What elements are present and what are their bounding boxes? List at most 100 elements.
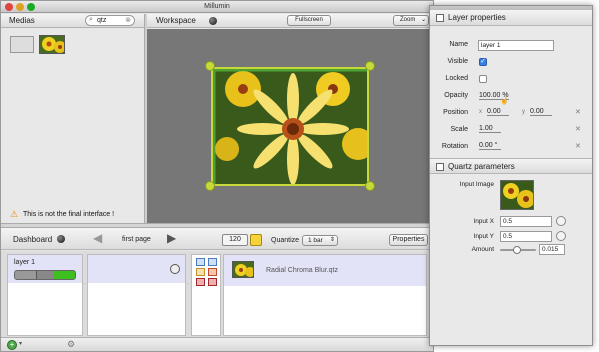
- column-row[interactable]: [88, 255, 185, 283]
- medias-search-value: qtz: [97, 17, 107, 24]
- effect-tools-column: [191, 254, 221, 336]
- effect-name: Radial Chroma Blur.qtz: [266, 267, 338, 274]
- input-x-value: 0.5: [503, 218, 513, 225]
- effect-icon-2[interactable]: [208, 258, 217, 266]
- layer-preview[interactable]: [211, 67, 369, 186]
- corner-handle-top-right[interactable]: [365, 61, 375, 71]
- effect-icon-1[interactable]: [196, 258, 205, 266]
- amount-label: Amount: [471, 246, 494, 253]
- name-label: Name: [449, 41, 468, 48]
- metronome-icon[interactable]: [250, 234, 262, 246]
- collapse-icon[interactable]: [436, 14, 444, 22]
- opacity-label: Opacity: [444, 92, 468, 99]
- clear-search-icon[interactable]: ⊗: [125, 16, 131, 24]
- previous-page-icon[interactable]: ◀: [93, 231, 102, 245]
- effect-icon-5[interactable]: [196, 278, 205, 286]
- input-image-label: Input Image: [459, 181, 494, 188]
- layer-row[interactable]: layer 1: [8, 255, 82, 283]
- media-thumbnail-empty[interactable]: [10, 36, 34, 53]
- effect-icon-3[interactable]: [196, 268, 205, 276]
- rotation-label: Rotation: [441, 143, 468, 150]
- medias-title: Medias: [9, 16, 35, 25]
- zoom-select[interactable]: Zoom ⌄: [393, 15, 429, 26]
- dashboard-record-icon[interactable]: [57, 235, 65, 243]
- bottom-bar: + ▾ ⚙: [1, 337, 433, 351]
- next-page-icon[interactable]: ▶: [167, 231, 176, 245]
- fullscreen-button[interactable]: Fullscreen: [287, 15, 331, 26]
- name-field[interactable]: layer 1: [478, 40, 554, 51]
- reset-rotation-icon[interactable]: ✕: [575, 142, 581, 150]
- flower-thumbnail-image: [40, 36, 64, 53]
- gear-icon[interactable]: ⚙: [67, 339, 75, 350]
- window-title: Millumin: [204, 3, 230, 10]
- stop-icon[interactable]: [170, 264, 180, 274]
- position-y-value[interactable]: 0.00: [530, 108, 552, 116]
- input-y-knob-icon[interactable]: [556, 231, 566, 241]
- add-icon[interactable]: +: [7, 340, 17, 350]
- corner-handle-bottom-right[interactable]: [365, 181, 375, 191]
- input-x-knob-icon[interactable]: [556, 216, 566, 226]
- properties-panel: Layer properties Name layer 1 Visible ✓ …: [429, 5, 593, 346]
- fullscreen-label: Fullscreen: [295, 17, 323, 23]
- quartz-parameters-title: Quartz parameters: [448, 162, 515, 171]
- input-x-field[interactable]: 0.5: [500, 216, 552, 227]
- corner-handle-bottom-left[interactable]: [205, 181, 215, 191]
- quartz-parameters-header: Quartz parameters: [430, 158, 592, 174]
- locked-label: Locked: [445, 75, 468, 82]
- layer-progress-fill: [53, 271, 75, 279]
- media-thumbnail-flower[interactable]: [39, 35, 65, 54]
- collapse-quartz-icon[interactable]: [436, 163, 444, 171]
- reset-scale-icon[interactable]: ✕: [575, 125, 581, 133]
- scale-value[interactable]: 1.00: [479, 125, 501, 133]
- effect-row[interactable]: Radial Chroma Blur.qtz: [224, 255, 426, 286]
- medias-search-input[interactable]: ⌕ qtz ⊗: [85, 15, 135, 26]
- corner-handle-top-left[interactable]: [205, 61, 215, 71]
- properties-button[interactable]: Properties: [389, 234, 428, 246]
- warning-bar: ⚠ This is not the final interface !: [1, 207, 144, 223]
- properties-label: Properties: [392, 236, 425, 243]
- amount-slider-thumb[interactable]: [513, 246, 521, 254]
- warning-text: This is not the final interface !: [23, 211, 115, 218]
- chevron-down-icon: ⌄: [420, 17, 426, 23]
- dashboard-title: Dashboard: [13, 235, 53, 244]
- flower-image: [213, 69, 367, 184]
- visible-checkbox[interactable]: ✓: [479, 58, 487, 66]
- zoom-window-button[interactable]: [27, 3, 35, 11]
- add-menu-chevron-icon[interactable]: ▾: [19, 340, 22, 347]
- quantize-value: 1 bar: [308, 237, 323, 244]
- input-x-label: Input X: [473, 218, 494, 225]
- position-x-value[interactable]: 0.00: [487, 108, 509, 116]
- amount-slider[interactable]: [500, 246, 536, 254]
- layer-column: layer 1: [7, 254, 83, 336]
- scale-label: Scale: [450, 126, 468, 133]
- effect-thumbnail: [232, 261, 254, 278]
- effects-list: Radial Chroma Blur.qtz: [223, 254, 427, 336]
- workspace-record-icon[interactable]: [209, 17, 217, 25]
- close-window-button[interactable]: [5, 3, 13, 11]
- position-label: Position: [443, 109, 468, 116]
- input-image-well[interactable]: [500, 180, 534, 210]
- input-y-value: 0.5: [503, 233, 513, 240]
- effect-icon-4[interactable]: [208, 268, 217, 276]
- page-name[interactable]: first page: [122, 236, 151, 243]
- dashboard-toolbar: Dashboard ◀ first page ▶ 120 Quantize 1 …: [1, 228, 433, 250]
- reset-position-icon[interactable]: ✕: [575, 108, 581, 116]
- rotation-value[interactable]: 0.00 °: [479, 142, 501, 150]
- amount-field[interactable]: 0.015: [539, 244, 565, 255]
- medias-panel: ⚠ This is not the final interface !: [1, 29, 144, 223]
- tempo-value: 120: [229, 236, 241, 243]
- amount-value: 0.015: [542, 246, 559, 253]
- layer-progress[interactable]: [14, 270, 76, 280]
- name-value: layer 1: [481, 42, 501, 49]
- position-x-label: x: [479, 109, 482, 115]
- layer-properties-header: Layer properties: [430, 10, 592, 26]
- input-y-field[interactable]: 0.5: [500, 231, 552, 242]
- tempo-field[interactable]: 120: [222, 234, 248, 246]
- effect-icon-6[interactable]: [208, 278, 217, 286]
- layer-progress-head: [15, 271, 37, 279]
- locked-checkbox[interactable]: [479, 75, 487, 83]
- minimize-window-button[interactable]: [16, 3, 24, 11]
- position-y-label: y: [522, 109, 525, 115]
- workspace-canvas[interactable]: [147, 29, 433, 223]
- quantize-select[interactable]: 1 bar ⇕: [302, 235, 338, 246]
